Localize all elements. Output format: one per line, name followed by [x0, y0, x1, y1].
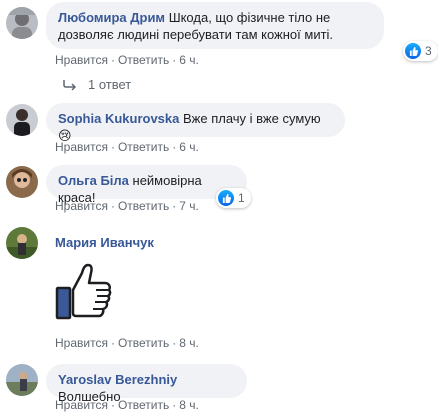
- reply-link[interactable]: Ответить: [118, 140, 169, 154]
- like-link[interactable]: Нравится: [55, 199, 108, 213]
- timestamp[interactable]: 6 ч.: [179, 140, 199, 154]
- separator-dot: ·: [110, 336, 115, 350]
- comment-actions: Нравится · Ответить · 8 ч.: [55, 397, 199, 413]
- comment-author[interactable]: Ольга Біла: [58, 173, 129, 188]
- like-link[interactable]: Нравится: [55, 140, 108, 154]
- reaction-count[interactable]: 3: [403, 41, 438, 61]
- like-reaction-icon: [218, 190, 234, 206]
- timestamp[interactable]: 8 ч.: [179, 336, 199, 350]
- avatar[interactable]: [6, 227, 38, 259]
- separator-dot: ·: [110, 53, 115, 67]
- reply-arrow-icon: [63, 79, 77, 91]
- separator-dot: ·: [172, 398, 177, 412]
- comment-actions: Нравится · Ответить · 7 ч.: [55, 198, 199, 214]
- reply-link[interactable]: Ответить: [118, 398, 169, 412]
- separator-dot: ·: [172, 53, 177, 67]
- separator-dot: ·: [172, 140, 177, 154]
- like-reaction-icon: [405, 43, 421, 59]
- comment-actions: Нравится · Ответить · 8 ч.: [55, 335, 199, 351]
- separator-dot: ·: [172, 336, 177, 350]
- view-replies-link[interactable]: 1 ответ: [62, 77, 131, 92]
- like-link[interactable]: Нравится: [55, 336, 108, 350]
- avatar[interactable]: [6, 166, 38, 198]
- timestamp[interactable]: 7 ч.: [179, 199, 199, 213]
- replies-count: 1 ответ: [88, 77, 132, 92]
- reply-link[interactable]: Ответить: [118, 199, 169, 213]
- reaction-number: 3: [425, 44, 432, 58]
- reply-link[interactable]: Ответить: [118, 336, 169, 350]
- separator-dot: ·: [110, 398, 115, 412]
- comment-bubble: Любомира Дрим Шкода, що фізичне тіло не …: [46, 2, 384, 49]
- thumbs-up-sticker: [54, 261, 114, 324]
- separator-dot: ·: [172, 199, 177, 213]
- separator-dot: ·: [110, 140, 115, 154]
- comment-bubble: Yaroslav Berezhniy Волшебно: [46, 364, 247, 404]
- timestamp[interactable]: 6 ч.: [179, 53, 199, 67]
- separator-dot: ·: [110, 199, 115, 213]
- avatar[interactable]: [6, 104, 38, 136]
- comment-actions: Нравится · Ответить · 6 ч.: [55, 52, 199, 68]
- reaction-number: 1: [238, 191, 245, 205]
- comment-bubble: Sophia Kukurovska Вже плачу і вже сумую😢: [46, 103, 345, 143]
- comment-author[interactable]: Любомира Дрим: [58, 10, 165, 25]
- comment-actions: Нравится · Ответить · 6 ч.: [55, 139, 199, 155]
- like-link[interactable]: Нравится: [55, 53, 108, 67]
- timestamp[interactable]: 8 ч.: [179, 398, 199, 412]
- reaction-count[interactable]: 1: [216, 188, 251, 208]
- comment-author[interactable]: Мария Иванчук: [55, 235, 154, 250]
- avatar[interactable]: [6, 7, 38, 39]
- comment-author[interactable]: Sophia Kukurovska: [58, 111, 179, 126]
- like-link[interactable]: Нравится: [55, 398, 108, 412]
- reply-link[interactable]: Ответить: [118, 53, 169, 67]
- avatar[interactable]: [6, 364, 38, 396]
- comment-author[interactable]: Yaroslav Berezhniy: [58, 372, 177, 387]
